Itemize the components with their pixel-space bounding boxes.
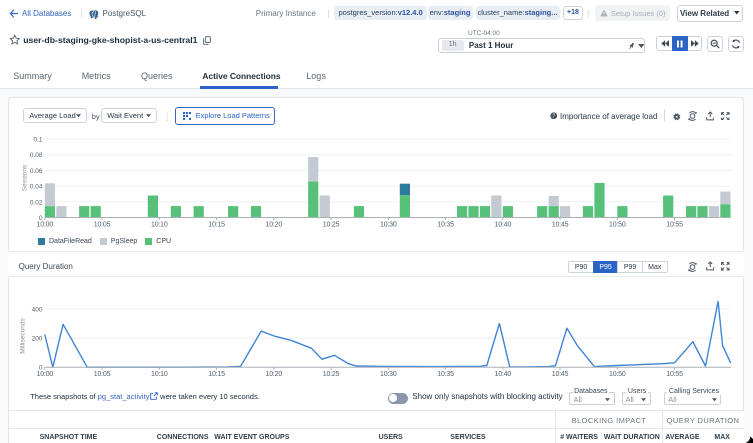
svg-text:10:10: 10:10 (151, 222, 168, 229)
svg-text:10:45: 10:45 (552, 371, 569, 378)
svg-text:10:35: 10:35 (437, 222, 454, 229)
svg-text:Sessions: Sessions (22, 164, 29, 191)
svg-text:10:55: 10:55 (666, 222, 683, 229)
svg-text:0.08: 0.08 (30, 152, 43, 159)
svg-text:10:40: 10:40 (495, 222, 512, 229)
svg-text:10:25: 10:25 (323, 371, 340, 378)
svg-text:10:00: 10:00 (37, 222, 54, 229)
svg-text:10:30: 10:30 (380, 222, 397, 229)
svg-text:10:35: 10:35 (437, 371, 454, 378)
svg-text:10:25: 10:25 (323, 222, 340, 229)
svg-text:0.04: 0.04 (30, 184, 43, 191)
svg-text:10:05: 10:05 (94, 371, 111, 378)
svg-text:10:15: 10:15 (208, 222, 225, 229)
svg-text:10:20: 10:20 (266, 371, 283, 378)
svg-text:10:40: 10:40 (495, 371, 512, 378)
svg-text:10:45: 10:45 (552, 222, 569, 229)
svg-text:10:55: 10:55 (666, 371, 683, 378)
svg-text:10:00: 10:00 (37, 371, 54, 378)
svg-text:10:10: 10:10 (151, 371, 168, 378)
svg-text:200: 200 (32, 336, 43, 343)
svg-text:?: ? (552, 113, 555, 119)
svg-text:0.1: 0.1 (33, 137, 42, 144)
svg-text:0.02: 0.02 (30, 199, 43, 206)
svg-text:0.06: 0.06 (30, 168, 43, 175)
svg-text:400: 400 (32, 307, 43, 314)
svg-text:Milliseconds: Milliseconds (20, 318, 27, 354)
svg-text:10:05: 10:05 (94, 222, 111, 229)
svg-text:10:20: 10:20 (266, 222, 283, 229)
svg-text:10:50: 10:50 (609, 371, 626, 378)
svg-text:10:30: 10:30 (380, 371, 397, 378)
svg-text:10:15: 10:15 (208, 371, 225, 378)
svg-text:10:50: 10:50 (609, 222, 626, 229)
